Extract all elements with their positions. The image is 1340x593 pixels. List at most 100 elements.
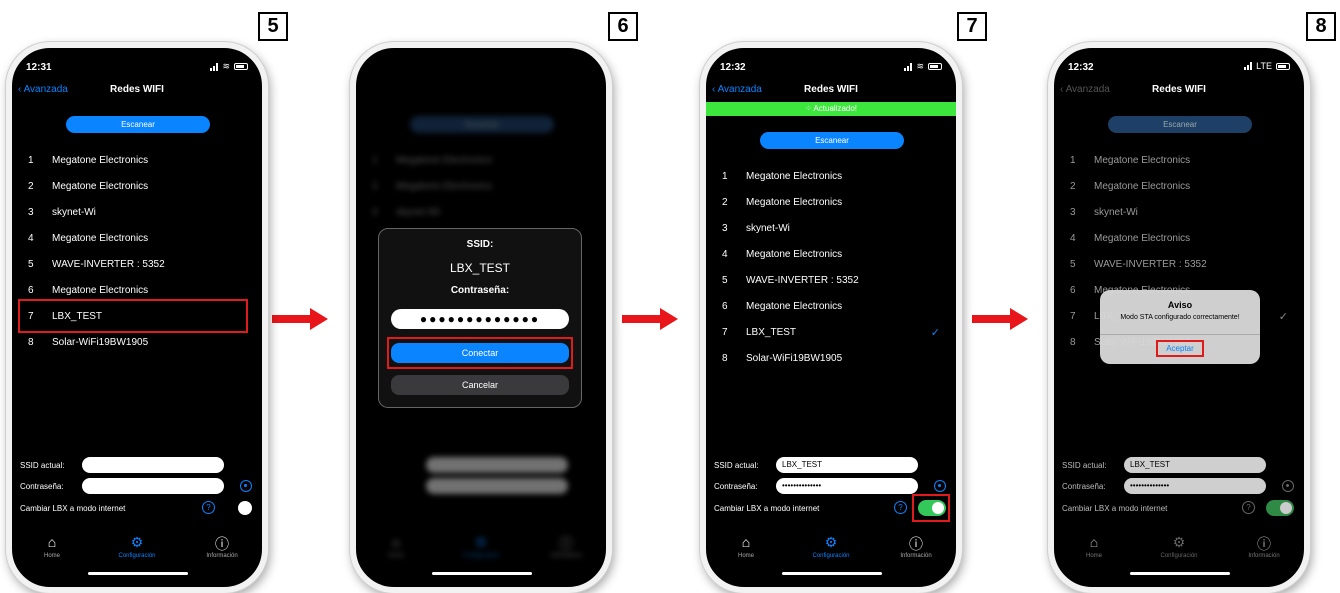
network-row[interactable]: 4 Megatone Electronics [722, 244, 942, 264]
help-icon[interactable]: ? [1242, 501, 1255, 514]
ssid-field[interactable]: LBX_TEST [776, 457, 918, 473]
tab-home[interactable]: ⌂ Home [22, 534, 82, 559]
tab-info[interactable]: ⓘ Información [1234, 534, 1294, 559]
network-row[interactable]: 1 Megatone Electronics [28, 150, 248, 170]
home-icon: ⌂ [741, 534, 751, 550]
home-indicator [432, 572, 532, 575]
tab-home[interactable]: ⌂ Home [716, 534, 776, 559]
network-row[interactable]: 4 Megatone Electronics [1070, 228, 1290, 248]
network-number: 1 [1070, 154, 1076, 166]
network-number: 4 [722, 248, 728, 260]
network-row[interactable]: 6 Megatone Electronics [28, 280, 248, 300]
network-row[interactable]: 5 WAVE-INVERTER : 5352 [28, 254, 248, 274]
tab-label: Configuración [118, 553, 156, 559]
signal-icon [904, 62, 913, 71]
internet-mode-label: Cambiar LBX a modo internet [20, 504, 126, 513]
dialog-password-input[interactable]: ●●●●●●●●●●●●● [391, 309, 569, 329]
network-row[interactable]: 1 Megatone Electronics [722, 166, 942, 186]
ssid-field[interactable]: LBX_TEST [1124, 457, 1266, 473]
dialog-password-label: Contraseña: [450, 285, 510, 296]
tab-label: Home [737, 553, 754, 559]
network-row[interactable]: 8 Solar-WiFi19BW1905 [28, 332, 248, 352]
network-number: 6 [1070, 284, 1076, 296]
network-row: 2 Megatone Electronics [372, 176, 592, 196]
eye-icon[interactable] [240, 480, 252, 492]
phone-step-8: 12:32 LTE ‹ Avanzada Redes WIFI Escanear… [1048, 42, 1310, 593]
network-number: 2 [372, 180, 378, 192]
status-icons: ≋ [904, 61, 942, 72]
network-name: Megatone Electronics [1094, 154, 1191, 166]
network-row[interactable]: 2 Megatone Electronics [1070, 176, 1290, 196]
help-icon[interactable]: ? [202, 501, 215, 514]
internet-mode-toggle[interactable] [1266, 500, 1294, 516]
network-number: 4 [28, 232, 34, 244]
network-row[interactable]: 5 WAVE-INVERTER : 5352 [1070, 254, 1290, 274]
network-number: 6 [28, 284, 34, 296]
status-time: 12:32 [1068, 62, 1094, 73]
eye-icon[interactable] [934, 480, 946, 492]
network-row[interactable]: 4 Megatone Electronics [28, 228, 248, 248]
network-row[interactable]: 2 Megatone Electronics [722, 192, 942, 212]
network-number: 3 [1070, 206, 1076, 218]
tab-config[interactable]: ⚙ Configuración [107, 534, 167, 559]
accept-button[interactable]: Aceptar [1156, 340, 1204, 357]
cancel-button[interactable]: Cancelar [391, 375, 569, 395]
highlight-box [912, 494, 950, 522]
password-field[interactable]: •••••••••••••• [776, 478, 918, 494]
wifi-icon: ≋ [916, 61, 924, 71]
tab-home[interactable]: ⌂ Home [1064, 534, 1124, 559]
gear-icon: ⚙ [474, 534, 488, 550]
network-number: 5 [28, 258, 34, 270]
status-time: 12:32 [720, 62, 746, 73]
arrow-right-icon [622, 308, 678, 330]
network-number: 1 [28, 154, 34, 166]
network-row[interactable]: 2 Megatone Electronics [28, 176, 248, 196]
password-field[interactable]: •••••••••••••• [1124, 478, 1266, 494]
network-row: 3 skynet-Wi [372, 202, 592, 222]
network-row[interactable]: 1 Megatone Electronics [1070, 150, 1290, 170]
network-name: Megatone Electronics [746, 170, 843, 182]
tab-info[interactable]: ⓘ Información [192, 534, 252, 559]
network-number: 6 [722, 300, 728, 312]
network-row[interactable]: 6 Megatone Electronics [722, 296, 942, 316]
network-number: 3 [722, 222, 728, 234]
status-icons: ≋ [210, 61, 248, 72]
home-icon: ⌂ [1089, 534, 1099, 550]
alert-title: Aviso [1167, 300, 1193, 310]
ssid-label: SSID actual: [714, 461, 759, 470]
network-row[interactable]: 3 skynet-Wi [28, 202, 248, 222]
network-name: Megatone Electronics [746, 196, 843, 208]
network-number: 2 [1070, 180, 1076, 192]
network-row[interactable]: 7 LBX_TEST ✓ [722, 322, 948, 342]
network-row[interactable]: 5 WAVE-INVERTER : 5352 [722, 270, 942, 290]
password-field[interactable] [82, 478, 224, 494]
network-number: 5 [1070, 258, 1076, 270]
network-name: skynet-Wi [1094, 206, 1138, 218]
network-name: skynet-Wi [746, 222, 790, 234]
internet-mode-toggle[interactable] [224, 500, 252, 516]
eye-icon[interactable] [1282, 480, 1294, 492]
tab-info[interactable]: ⓘ Información [886, 534, 946, 559]
tab-bar: ⌂ Home ⚙ Configuración ⓘ Información [12, 534, 262, 568]
tab-info: ⓘ Información [536, 534, 596, 559]
home-icon: ⌂ [47, 534, 57, 550]
tab-home: ⌂ Home [366, 534, 426, 559]
scan-button[interactable]: Escanear [1108, 116, 1252, 133]
ssid-field[interactable] [82, 457, 224, 473]
tab-config[interactable]: ⚙ Configuración [1149, 534, 1209, 559]
scan-button[interactable]: Escanear [66, 116, 210, 133]
internet-mode-label: Cambiar LBX a modo internet [714, 504, 820, 513]
tab-bar: ⌂ Home ⚙ Configuración ⓘ Información [356, 534, 606, 568]
help-icon[interactable]: ? [894, 501, 907, 514]
phone-step-7: 12:32 ≋ ‹ Avanzada Redes WIFI ⁘ Actualiz… [700, 42, 962, 593]
tab-config[interactable]: ⚙ Configuración [801, 534, 861, 559]
network-name: WAVE-INVERTER : 5352 [52, 258, 165, 270]
scan-button[interactable]: Escanear [760, 132, 904, 149]
network-row[interactable]: 3 skynet-Wi [722, 218, 942, 238]
network-row[interactable]: 3 skynet-Wi [1070, 202, 1290, 222]
dialog-ssid-value: LBX_TEST [449, 261, 511, 275]
network-name: Megatone Electronics [52, 232, 149, 244]
arrow-right-icon [972, 308, 1028, 330]
network-row[interactable]: 8 Solar-WiFi19BW1905 [722, 348, 942, 368]
network-number: 7 [1070, 310, 1076, 322]
